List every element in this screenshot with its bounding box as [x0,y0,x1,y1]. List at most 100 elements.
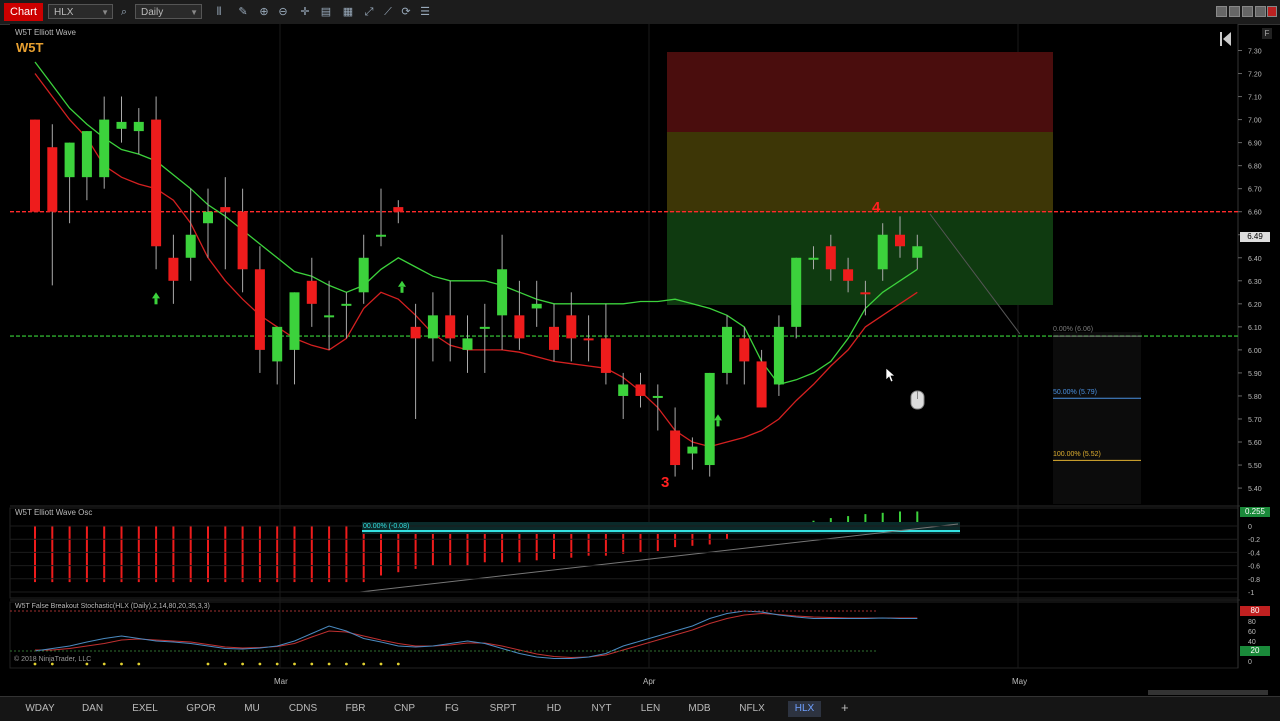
symbol-tab-srpt[interactable]: SRPT [483,701,523,717]
candle-body [376,234,386,237]
w5t-logo: W5T [16,40,44,55]
price-axis: 7.307.207.107.006.906.806.706.606.506.40… [1238,49,1262,493]
symbol-tab-gpor[interactable]: GPOR [181,701,221,717]
tile-button[interactable] [1229,6,1240,17]
signal-dot [206,662,210,666]
price-tick-label: 6.70 [1248,187,1262,194]
list-icon[interactable]: ☰ [417,4,433,20]
signal-dot [362,662,366,666]
signal-dot [33,662,37,666]
symbol-tab-nyt[interactable]: NYT [585,701,618,717]
target-zone-red [667,52,1053,132]
signal-dot [310,662,314,666]
copyright: © 2018 NinjaTrader, LLC [14,656,92,663]
candle-body [64,142,75,178]
candle-body [895,234,905,247]
zoom-in-icon[interactable]: ⊕ [256,4,272,20]
bar-style-icon[interactable]: ⫴ [211,4,227,20]
symbol-tab-hd[interactable]: HD [539,701,569,717]
signal-dot [50,662,54,666]
signal-dot [345,662,348,666]
symbol-tabs: WDAY DAN EXEL GPOR MU CDNS FBR CNP FG SRPT HD NYT LE… [0,696,1280,721]
symbol-selector[interactable]: HLX ▼ [48,4,113,19]
signal-dot [241,662,245,666]
signal-dot [327,662,331,666]
maximize-button[interactable] [1255,6,1266,17]
candle-body [912,246,923,258]
fib-zone [1053,332,1141,504]
candle-body [791,257,802,327]
candle-body [739,338,750,362]
symbol-tab-dan[interactable]: DAN [76,701,109,717]
wave-4-label: 4 [872,199,881,216]
restore-button[interactable] [1242,6,1253,17]
candle-body [687,446,698,454]
symbol-tab-len[interactable]: LEN [634,701,667,717]
symbol-tab-cdns[interactable]: CDNS [283,701,323,717]
candle-body [566,315,577,339]
horizontal-scrollbar[interactable] [1148,690,1268,695]
osc-fib-label: 00.00% (-0.08) [363,523,410,530]
x-label-apr: Apr [643,677,656,686]
symbol-tab-mdb[interactable]: MDB [683,701,716,717]
candle-body [652,395,663,398]
search-icon[interactable]: ⌕ [116,4,132,20]
symbol-tab-hlx[interactable]: HLX [788,701,821,717]
refresh-icon[interactable]: ⟳ [398,4,414,20]
candle-body [306,280,317,304]
chart-area[interactable]: 7.307.207.107.006.906.806.706.606.506.40… [0,24,1280,696]
candle-body [704,372,715,466]
candle-body [254,269,265,350]
candle-body [427,315,438,339]
symbol-tab-exel[interactable]: EXEL [125,701,165,717]
pencil-icon[interactable]: ✎ [235,4,251,20]
price-tick-label: 5.80 [1248,394,1262,401]
symbol-tab-nflx[interactable]: NFLX [732,701,772,717]
symbol-tab-wday[interactable]: WDAY [20,701,60,717]
mouse-icon [910,390,925,410]
candle-body [289,292,300,350]
candle-body [756,361,767,408]
candle-body [462,338,473,350]
signal-dot [275,662,279,666]
close-button[interactable] [1267,6,1277,17]
signal-dot [293,662,296,666]
candle-body [549,326,559,350]
stoch-title: W5T False Breakout Stochastic(HLX (Daily… [15,603,210,610]
interval-selector[interactable]: Daily ▼ [135,4,202,19]
osc-tick-label: -0.8 [1248,577,1260,584]
strategy-icon[interactable]: ▦ [340,4,356,20]
candle-body [825,246,836,270]
osc-tick-label: -0.2 [1248,537,1260,544]
candle-body [531,303,542,309]
candle-body [479,326,490,329]
buy-arrow-stem [716,420,720,427]
symbol-tab-fg[interactable]: FG [437,701,467,717]
price-tick-label: 7.00 [1248,118,1262,125]
minimize-button[interactable] [1216,6,1227,17]
chart-tab[interactable]: Chart [4,3,43,21]
price-tick-label: 7.30 [1248,49,1262,56]
price-tick-label: 6.90 [1248,141,1262,148]
properties-icon[interactable]: ▤ [318,4,334,20]
osc-tick-label: -1 [1248,590,1254,597]
symbol-tab-fbr[interactable]: FBR [339,701,372,717]
candle-body [47,147,58,212]
price-tick-label: 6.60 [1248,210,1262,217]
zoom-out-icon[interactable]: ⊖ [275,4,291,20]
crosshair-icon[interactable]: ✛ [297,4,313,20]
drawing-tools-icon[interactable]: ⟋ [380,4,396,20]
add-tab-icon[interactable]: + [841,700,849,715]
chevron-down-icon: ▼ [101,8,109,17]
osc-title: W5T Elliott Wave Osc [15,508,93,517]
symbol-tab-cnp[interactable]: CNP [388,701,421,717]
candle-body [185,234,196,258]
f-button[interactable]: F [1262,28,1272,39]
symbol-tab-mu[interactable]: MU [237,701,267,717]
signal-dot [396,662,400,666]
indicators-icon[interactable]: ⤢ [361,4,377,20]
candle-body [220,207,231,212]
price-tick-label: 6.80 [1248,164,1262,171]
signal-dot [120,662,123,666]
price-badge: 6.49 [1240,232,1270,242]
